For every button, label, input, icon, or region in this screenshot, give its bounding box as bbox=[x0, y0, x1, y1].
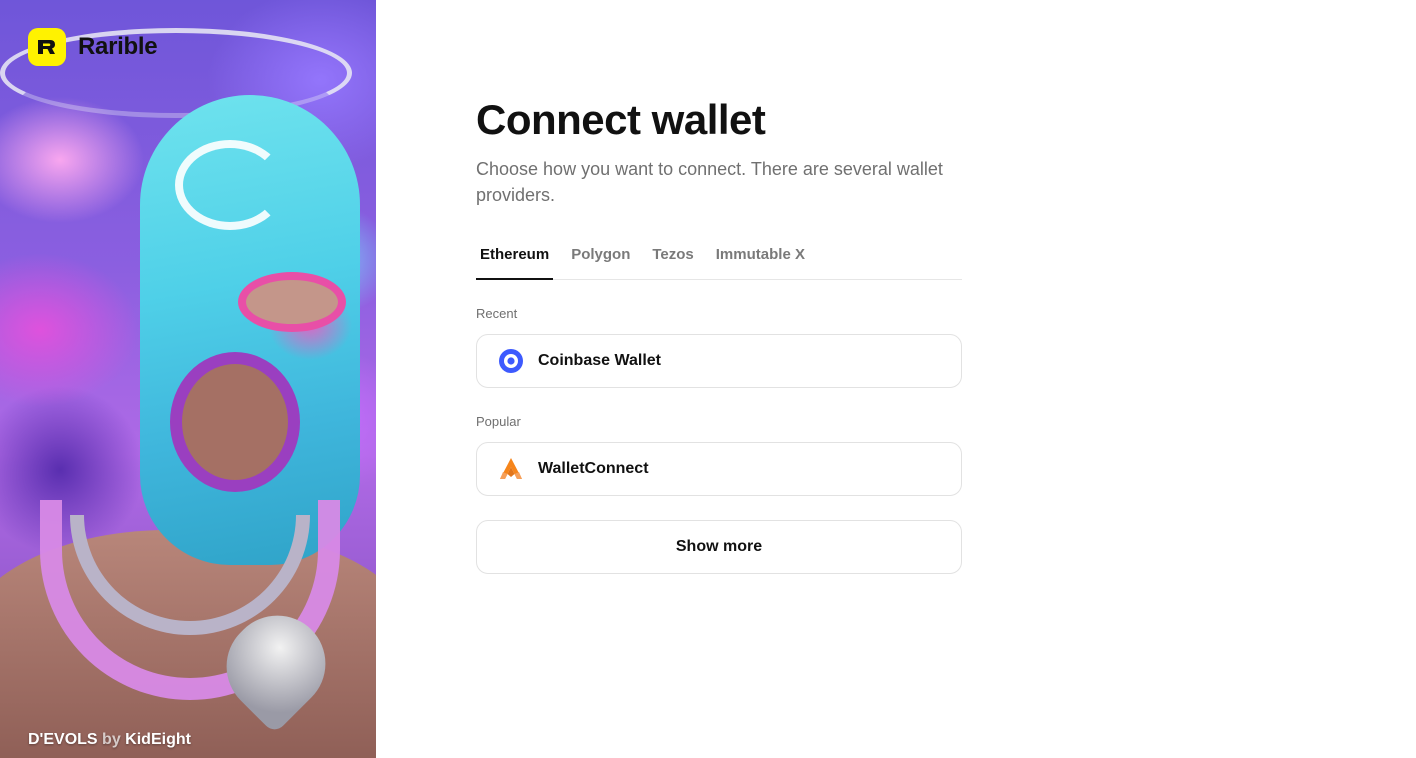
artwork-mouth-hole bbox=[170, 352, 300, 492]
show-more-button[interactable]: Show more bbox=[476, 520, 962, 574]
artwork-panel: Rarible D'EVOLS by KidEight bbox=[0, 0, 376, 758]
artwork-credit-by: by bbox=[102, 731, 121, 748]
brand-logo-link[interactable]: Rarible bbox=[28, 28, 158, 66]
walletconnect-icon bbox=[498, 456, 524, 482]
rarible-logo-icon bbox=[28, 28, 66, 66]
wallet-name: Coinbase Wallet bbox=[538, 352, 661, 369]
artwork-logo-mark bbox=[175, 140, 285, 230]
tab-ethereum[interactable]: Ethereum bbox=[476, 236, 554, 280]
page-title: Connect wallet bbox=[476, 96, 766, 143]
artwork-credit-title: D'EVOLS bbox=[28, 731, 98, 748]
section-label-popular: Popular bbox=[476, 414, 521, 429]
tab-tezos[interactable]: Tezos bbox=[648, 236, 697, 280]
brand-name: Rarible bbox=[78, 33, 158, 60]
section-label-recent: Recent bbox=[476, 306, 518, 321]
tab-polygon[interactable]: Polygon bbox=[567, 236, 634, 280]
wallet-name: WalletConnect bbox=[538, 460, 649, 477]
tab-immutable-x[interactable]: Immutable X bbox=[712, 236, 809, 280]
artwork-credit-artist: KidEight bbox=[125, 731, 191, 748]
artwork-credit[interactable]: D'EVOLS by KidEight bbox=[28, 731, 191, 749]
wallet-option-coinbase[interactable]: Coinbase Wallet bbox=[476, 334, 962, 388]
network-tabs: Ethereum Polygon Tezos Immutable X bbox=[476, 236, 962, 280]
artwork-eye-hole bbox=[238, 272, 346, 332]
wallet-option-walletconnect[interactable]: WalletConnect bbox=[476, 442, 962, 496]
page-subtitle: Choose how you want to connect. There ar… bbox=[476, 159, 943, 205]
coinbase-icon bbox=[498, 348, 524, 374]
